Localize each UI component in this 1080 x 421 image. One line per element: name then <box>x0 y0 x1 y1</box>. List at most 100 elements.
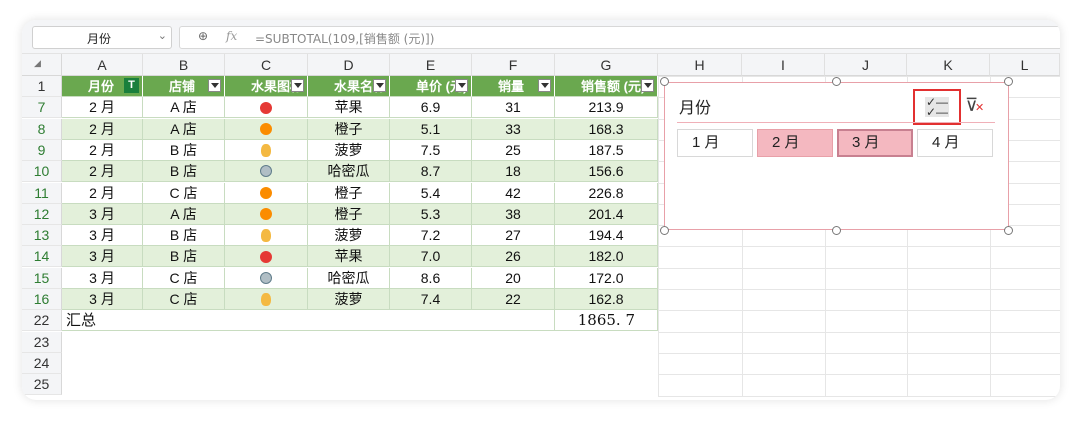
dropdown-arrow-icon[interactable] <box>641 79 654 92</box>
table-cell[interactable]: 菠萝 <box>308 225 390 247</box>
slicer-item-2[interactable]: 2 月 <box>757 129 833 157</box>
table-cell[interactable]: 33 <box>472 118 555 140</box>
multi-select-button-highlight[interactable]: ✓— ✓— <box>913 89 961 125</box>
row-header-9[interactable]: 9 <box>22 139 62 161</box>
table-cell[interactable]: 38 <box>472 203 555 225</box>
row-header-24[interactable]: 24 <box>22 352 62 374</box>
table-cell[interactable]: 201.4 <box>555 203 658 225</box>
column-header-H[interactable]: H <box>658 54 742 76</box>
dropdown-arrow-icon[interactable] <box>291 79 304 92</box>
dropdown-arrow-icon[interactable] <box>208 79 221 92</box>
table-cell[interactable]: A 店 <box>143 97 225 119</box>
table-header-cell[interactable]: 销售额 (元) <box>555 76 658 97</box>
column-header-K[interactable]: K <box>907 54 990 76</box>
dropdown-arrow-icon[interactable] <box>373 79 386 92</box>
resize-handle[interactable] <box>660 226 669 235</box>
row-header-23[interactable]: 23 <box>22 331 62 353</box>
total-label-cell[interactable]: 汇总 <box>62 310 555 332</box>
slicer-item-3[interactable]: 3 月 <box>837 129 913 157</box>
resize-handle[interactable] <box>832 77 841 86</box>
row-header-11[interactable]: 11 <box>22 182 62 204</box>
column-header-F[interactable]: F <box>472 54 555 76</box>
row-header-12[interactable]: 12 <box>22 203 62 225</box>
chevron-down-icon[interactable]: ⌄ <box>158 29 167 42</box>
row-header-1[interactable]: 1 <box>22 76 62 97</box>
table-cell[interactable]: 菠萝 <box>308 139 390 161</box>
resize-handle[interactable] <box>1004 226 1013 235</box>
table-cell[interactable]: 194.4 <box>555 225 658 247</box>
fx-icon[interactable]: fx <box>226 29 237 43</box>
table-cell[interactable]: 橙子 <box>308 182 390 204</box>
zoom-icon[interactable]: ⊕ <box>198 29 208 43</box>
column-header-A[interactable]: A <box>62 54 143 76</box>
table-cell[interactable]: 6.9 <box>390 97 472 119</box>
table-cell[interactable] <box>225 203 308 225</box>
column-header-I[interactable]: I <box>742 54 825 76</box>
table-cell[interactable]: 2 月 <box>62 161 143 183</box>
table-cell[interactable]: 42 <box>472 182 555 204</box>
table-cell[interactable] <box>225 267 308 289</box>
table-cell[interactable]: 182.0 <box>555 246 658 268</box>
table-cell[interactable] <box>225 97 308 119</box>
table-cell[interactable]: 156.6 <box>555 161 658 183</box>
table-cell[interactable]: 3 月 <box>62 267 143 289</box>
table-header-cell[interactable]: 店铺 <box>143 76 225 97</box>
table-header-cell[interactable]: 单价 (元) <box>390 76 472 97</box>
table-header-cell[interactable]: 水果名称 <box>308 76 390 97</box>
name-box[interactable]: 月份 ⌄ <box>32 26 172 49</box>
table-cell[interactable]: 226.8 <box>555 182 658 204</box>
row-header-13[interactable]: 13 <box>22 225 62 247</box>
table-cell[interactable]: 8.6 <box>390 267 472 289</box>
column-header-D[interactable]: D <box>308 54 390 76</box>
table-header-cell[interactable]: 水果图标 <box>225 76 308 97</box>
table-cell[interactable]: 2 月 <box>62 97 143 119</box>
row-header-16[interactable]: 16 <box>22 289 62 310</box>
table-cell[interactable]: 25 <box>472 139 555 161</box>
month-slicer[interactable]: 月份 ✓— ✓— ⊽ ✕ 1 月2 月3 月4 月 <box>664 82 1009 230</box>
table-header-cell[interactable]: 月份 T <box>62 76 143 97</box>
table-cell[interactable]: 7.5 <box>390 139 472 161</box>
table-cell[interactable]: 橙子 <box>308 118 390 140</box>
table-cell[interactable] <box>225 182 308 204</box>
column-header-C[interactable]: C <box>225 54 308 76</box>
table-header-cell[interactable]: 销量 <box>472 76 555 97</box>
table-cell[interactable] <box>225 161 308 183</box>
table-cell[interactable]: 22 <box>472 289 555 310</box>
table-cell[interactable]: 苹果 <box>308 97 390 119</box>
table-cell[interactable]: 26 <box>472 246 555 268</box>
select-all-corner[interactable]: ◢ <box>22 54 62 76</box>
table-cell[interactable]: 7.4 <box>390 289 472 310</box>
slicer-item-1[interactable]: 1 月 <box>677 129 753 157</box>
table-cell[interactable]: A 店 <box>143 203 225 225</box>
table-cell[interactable]: B 店 <box>143 161 225 183</box>
table-cell[interactable]: 5.3 <box>390 203 472 225</box>
resize-handle[interactable] <box>1004 77 1013 86</box>
table-cell[interactable]: 2 月 <box>62 139 143 161</box>
column-header-J[interactable]: J <box>825 54 907 76</box>
table-cell[interactable]: 3 月 <box>62 203 143 225</box>
table-cell[interactable]: 27 <box>472 225 555 247</box>
dropdown-arrow-icon[interactable] <box>538 79 551 92</box>
table-cell[interactable]: 187.5 <box>555 139 658 161</box>
table-cell[interactable]: 3 月 <box>62 289 143 310</box>
formula-input[interactable]: ⊕ fx =SUBTOTAL(109,[销售额 (元)]) <box>179 26 1060 49</box>
table-cell[interactable]: 苹果 <box>308 246 390 268</box>
row-header-7[interactable]: 7 <box>22 97 62 119</box>
table-cell[interactable]: 哈密瓜 <box>308 267 390 289</box>
clear-filter-icon[interactable]: ⊽ ✕ <box>965 95 984 116</box>
table-cell[interactable]: B 店 <box>143 225 225 247</box>
dropdown-arrow-icon[interactable] <box>455 79 468 92</box>
row-header-15[interactable]: 15 <box>22 267 62 289</box>
table-cell[interactable]: 5.4 <box>390 182 472 204</box>
resize-handle[interactable] <box>660 77 669 86</box>
formula-text[interactable]: =SUBTOTAL(109,[销售额 (元)]) <box>255 30 434 47</box>
table-cell[interactable]: B 店 <box>143 139 225 161</box>
filter-active-icon[interactable]: T <box>124 78 139 93</box>
table-cell[interactable]: 213.9 <box>555 97 658 119</box>
table-cell[interactable]: A 店 <box>143 118 225 140</box>
slicer-item-4[interactable]: 4 月 <box>917 129 993 157</box>
total-value-cell[interactable]: 1865. 7 <box>555 310 658 332</box>
multi-select-icon[interactable]: ✓— ✓— <box>925 96 949 118</box>
column-header-G[interactable]: G <box>555 54 658 76</box>
table-cell[interactable]: 168.3 <box>555 118 658 140</box>
